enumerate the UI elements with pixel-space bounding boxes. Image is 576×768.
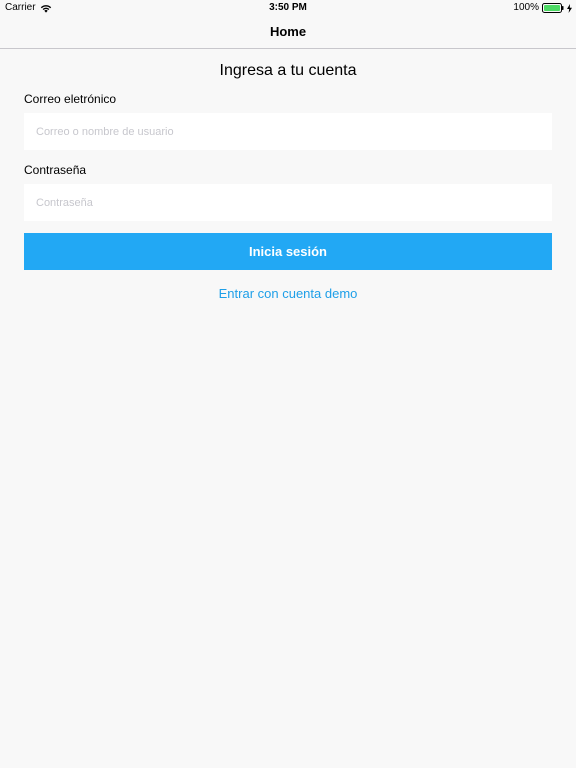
nav-title: Home [269,24,307,39]
status-time: 3:50 PM [269,2,307,13]
login-button[interactable]: Inicia sesión [24,233,552,270]
password-input[interactable] [24,184,552,221]
status-right: 100% [513,0,572,16]
battery-icon [542,3,564,13]
login-form: Ingresa a tu cuenta Correo eletrónico Co… [24,49,552,301]
navigation-bar: Home [0,16,576,49]
page-title: Ingresa a tu cuenta [219,62,357,79]
demo-account-link[interactable]: Entrar con cuenta demo [24,286,552,301]
email-label: Correo eletrónico [24,92,117,106]
charging-bolt-icon [567,3,572,13]
status-bar: Carrier 3:50 PM 100% [0,0,576,16]
battery-percent: 100% [513,2,539,13]
email-input[interactable] [24,113,552,150]
password-label: Contraseña [24,163,87,177]
